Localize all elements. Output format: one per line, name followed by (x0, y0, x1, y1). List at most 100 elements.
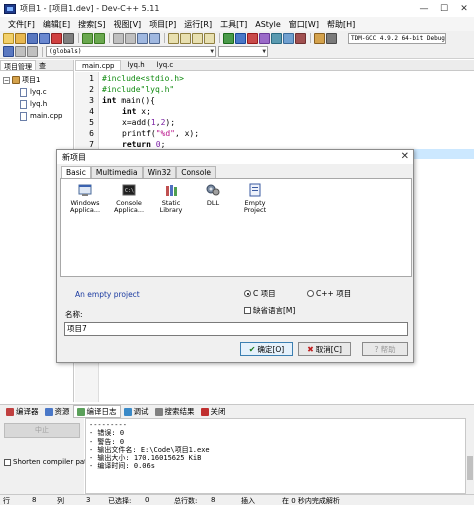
redo-icon[interactable] (94, 32, 105, 44)
menu-window[interactable]: 窗口[W] (285, 19, 323, 30)
compiler-select-value: TDM-GCC 4.9.2 64-bit Debug (351, 34, 445, 42)
open-file-icon[interactable] (15, 32, 26, 44)
tab-lyq-h[interactable]: lyq.h (121, 60, 150, 70)
compiler-icon (6, 407, 14, 416)
close-file-icon[interactable] (51, 32, 62, 44)
template-dll[interactable]: DLL (193, 183, 233, 207)
compile-run-icon[interactable] (247, 32, 258, 44)
save-icon[interactable] (27, 32, 38, 44)
abort-compilation-button[interactable]: 中止 (4, 423, 80, 438)
add-to-project-icon[interactable] (180, 32, 191, 44)
tab-basic[interactable]: Basic (61, 166, 91, 178)
template-label: Empty (244, 200, 266, 207)
tab-project-manager[interactable]: 项目管理 (0, 60, 36, 71)
maximize-button[interactable]: ☐ (434, 0, 454, 17)
menu-search[interactable]: 搜索[S] (74, 19, 109, 30)
cpp-project-option[interactable]: C++ 项目 (307, 288, 351, 299)
close-window-button[interactable]: ✕ (454, 0, 474, 17)
toolbar-separator (164, 33, 165, 43)
project-icon (12, 76, 20, 84)
print-icon[interactable] (63, 32, 74, 44)
code-line: #include"lyq.h" (102, 84, 199, 95)
tab-compile-log[interactable]: 编译日志 (72, 405, 121, 418)
template-static-library[interactable]: Static Library (151, 183, 191, 214)
shorten-paths-checkbox[interactable] (4, 458, 11, 466)
tab-search-results[interactable]: 搜索结果 (152, 406, 198, 417)
bookmark-icon[interactable] (149, 32, 160, 44)
project-options-icon[interactable] (204, 32, 215, 44)
menu-run[interactable]: 运行[R] (180, 19, 216, 30)
save-all-icon[interactable] (39, 32, 50, 44)
goto-icon[interactable] (137, 32, 148, 44)
delete-profile-icon[interactable] (326, 32, 337, 44)
tree-file-lyq-c[interactable]: lyq.c (0, 86, 73, 98)
debug-icon[interactable] (283, 32, 294, 44)
default-language-option[interactable]: 缺省语言[M] (244, 305, 295, 316)
template-label: Static (161, 200, 181, 207)
template-empty-project[interactable]: Empty Project (235, 183, 275, 214)
goto-bookmark-icon[interactable] (27, 46, 38, 57)
tab-resources[interactable]: 资源 (42, 406, 73, 417)
tab-main-cpp[interactable]: main.cpp (75, 60, 122, 70)
tab-win32[interactable]: Win32 (142, 166, 177, 178)
chevron-down-icon: ▼ (210, 48, 214, 55)
profile-icon[interactable] (314, 32, 325, 44)
menu-tools[interactable]: 工具[T] (216, 19, 251, 30)
new-project-icon[interactable] (168, 32, 179, 44)
minimize-button[interactable]: — (414, 0, 434, 17)
insert-icon[interactable] (3, 46, 14, 57)
tree-project-root[interactable]: − 项目1 (0, 74, 73, 86)
scope-select[interactable]: (globals) ▼ (46, 46, 216, 57)
compiler-select[interactable]: TDM-GCC 4.9.2 64-bit Debug (348, 32, 446, 44)
undo-icon[interactable] (82, 32, 93, 44)
tab-close[interactable]: 关闭 (198, 406, 229, 417)
cancel-button[interactable]: ✖ 取消[C] (298, 342, 351, 356)
menu-view[interactable]: 视图[V] (109, 19, 145, 30)
status-bar: 行 8 列 3 已选择: 0 总行数: 8 插入 在 0 秒内完成解析 (0, 494, 474, 505)
template-windows-application[interactable]: Windows Applica... (65, 183, 105, 214)
dialog-close-button[interactable]: ✕ (401, 151, 409, 162)
cpp-project-radio[interactable] (307, 290, 314, 297)
scrollbar-thumb[interactable] (467, 456, 473, 480)
tab-class-browser[interactable]: 查 (36, 60, 49, 70)
check-syntax-icon[interactable] (271, 32, 282, 44)
run-icon[interactable] (235, 32, 246, 44)
tab-compiler[interactable]: 编译器 (3, 406, 42, 417)
shorten-paths-option[interactable]: Shorten compiler pat (4, 458, 87, 466)
new-file-icon[interactable] (3, 32, 14, 44)
remove-from-project-icon[interactable] (192, 32, 203, 44)
collapse-icon[interactable]: − (3, 76, 10, 84)
project-name-input[interactable]: 项目7 (64, 322, 408, 336)
status-selected-value: 0 (145, 496, 150, 504)
menu-file[interactable]: 文件[F] (4, 19, 39, 30)
template-console-application[interactable]: C:\ Console Applica... (109, 183, 149, 214)
compile-icon[interactable] (223, 32, 234, 44)
c-project-option[interactable]: C 项目 (244, 288, 276, 299)
ok-button[interactable]: ✔ 确定[O] (240, 342, 293, 356)
tab-lyq-c[interactable]: lyq.c (151, 60, 180, 70)
rebuild-icon[interactable] (259, 32, 270, 44)
stop-icon[interactable] (295, 32, 306, 44)
default-language-checkbox[interactable] (244, 307, 251, 314)
tree-file-main-cpp[interactable]: main.cpp (0, 110, 73, 122)
tab-multimedia[interactable]: Multimedia (90, 166, 143, 178)
help-button[interactable]: ? 帮助 (362, 342, 408, 356)
status-insert-mode: 插入 (241, 497, 255, 505)
toolbar-separator (42, 46, 43, 57)
tree-file-lyq-h[interactable]: lyq.h (0, 98, 73, 110)
status-row-value: 8 (32, 496, 37, 504)
menu-help[interactable]: 帮助[H] (323, 19, 359, 30)
member-select[interactable]: ▼ (218, 46, 268, 57)
c-project-radio[interactable] (244, 290, 251, 297)
cancel-button-label: 取消[C] (315, 344, 342, 354)
log-scrollbar[interactable] (466, 418, 474, 494)
tab-console[interactable]: Console (176, 166, 216, 178)
replace-icon[interactable] (125, 32, 136, 44)
find-icon[interactable] (113, 32, 124, 44)
toggle-bookmark-icon[interactable] (15, 46, 26, 57)
menu-project[interactable]: 项目[P] (145, 19, 180, 30)
tab-debug[interactable]: 调试 (121, 406, 152, 417)
menu-astyle[interactable]: AStyle (251, 20, 285, 29)
menu-edit[interactable]: 编辑[E] (39, 19, 74, 30)
code-token: #include"lyq.h" (102, 85, 175, 94)
